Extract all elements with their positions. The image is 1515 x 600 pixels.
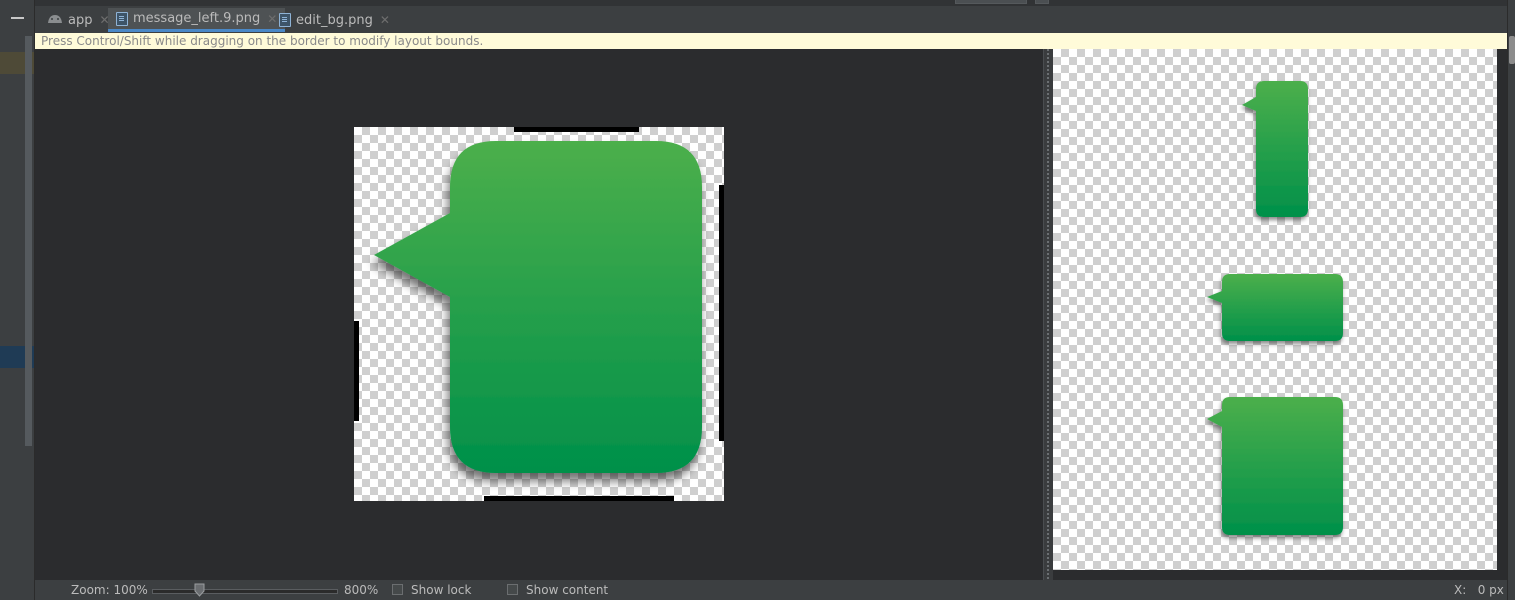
tab-message-left[interactable]: message_left.9.png ✕: [108, 8, 286, 32]
close-icon[interactable]: ✕: [380, 13, 390, 27]
gutter-scrollbar[interactable]: [25, 36, 32, 446]
padding-marker-right[interactable]: [719, 185, 724, 441]
toolbar-button[interactable]: [955, 0, 1027, 4]
show-lock-label: Show lock: [411, 583, 472, 597]
preview-bubble-vertical: [1242, 81, 1308, 217]
nine-patch-image[interactable]: [354, 127, 724, 501]
tab-label: app: [68, 12, 93, 28]
show-content-label: Show content: [526, 583, 609, 597]
tab-label: edit_bg.png: [296, 12, 373, 28]
collapse-icon[interactable]: [11, 17, 24, 19]
coordinate-readout: X: 0 px: [1454, 583, 1504, 597]
right-tool-strip: [1507, 0, 1515, 600]
preview-bubble-both: [1207, 397, 1343, 535]
editor-tab-bar: app ✕ message_left.9.png ✕ edit_bg.png ✕: [35, 0, 1515, 34]
tab-edit-bg[interactable]: edit_bg.png ✕: [271, 8, 398, 32]
toolbar-button[interactable]: [1035, 0, 1049, 4]
side-tab[interactable]: [1509, 36, 1515, 64]
stretch-marker-left[interactable]: [354, 321, 359, 421]
padding-marker-bottom[interactable]: [484, 496, 674, 501]
preview-bubble-horizontal: [1207, 274, 1343, 341]
stretch-preview: [1053, 49, 1497, 570]
nine-patch-editor[interactable]: [35, 49, 1043, 580]
zoom-slider-track[interactable]: [152, 589, 338, 594]
status-bar: Zoom: 100% 800% Show lock Show content X…: [35, 580, 1507, 600]
zoom-max-label: 800%: [344, 583, 379, 597]
zoom-slider-thumb[interactable]: [194, 583, 205, 597]
left-tool-gutter: [0, 0, 35, 600]
tab-app[interactable]: app ✕: [39, 8, 118, 32]
show-lock-checkbox[interactable]: [392, 584, 403, 595]
title-strip: [35, 0, 1515, 6]
stretch-marker-top[interactable]: [514, 127, 639, 132]
layout-hint: Press Control/Shift while dragging on th…: [35, 33, 1507, 49]
image-file-icon: [116, 11, 128, 26]
zoom-label: Zoom: 100%: [71, 583, 148, 597]
image-file-icon: [279, 13, 291, 27]
show-content-checkbox[interactable]: [507, 584, 518, 595]
tab-label: message_left.9.png: [133, 11, 261, 26]
android-icon: [47, 13, 63, 28]
splitter-handle[interactable]: [1043, 49, 1053, 580]
speech-bubble: [374, 141, 702, 473]
